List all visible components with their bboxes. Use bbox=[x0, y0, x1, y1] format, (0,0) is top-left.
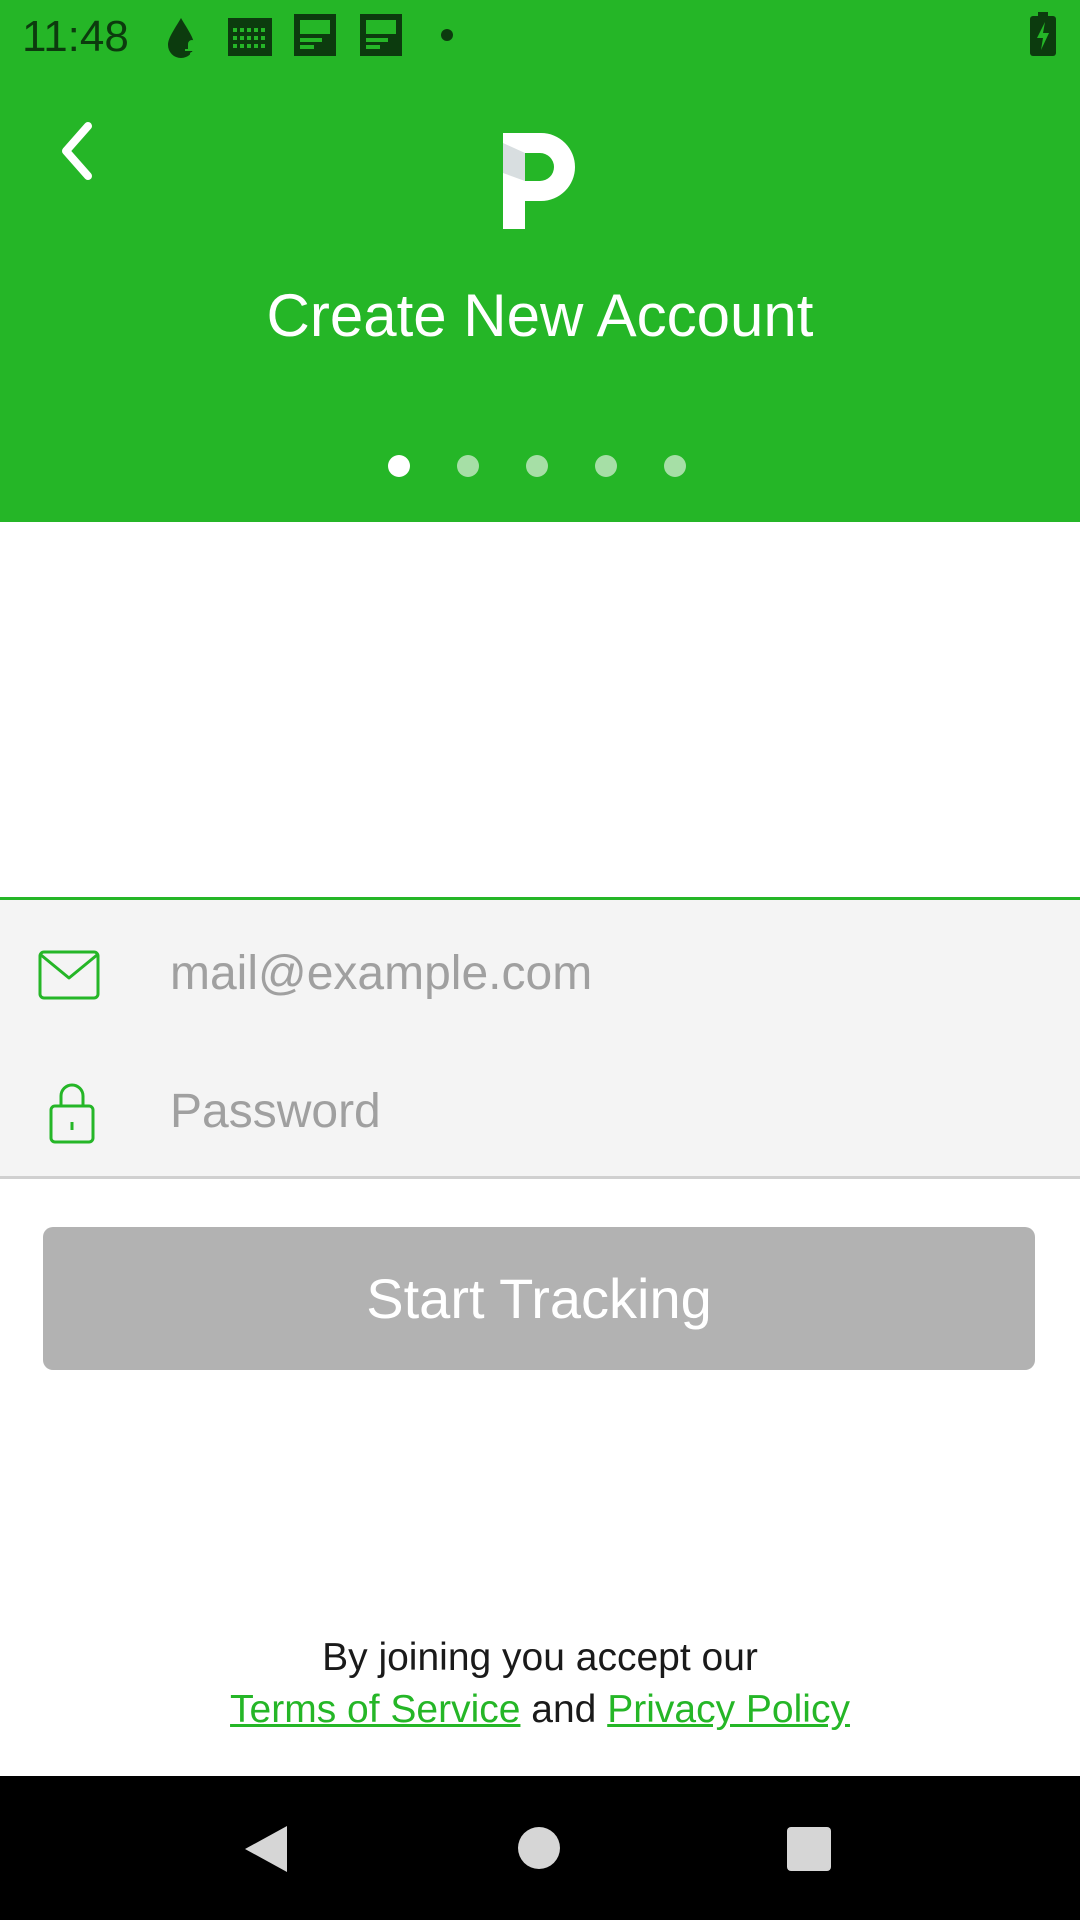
page-indicator-dot[interactable] bbox=[526, 455, 548, 477]
calendar-icon bbox=[228, 18, 272, 56]
page-indicator-dot[interactable] bbox=[457, 455, 479, 477]
page-indicator-dot[interactable] bbox=[595, 455, 617, 477]
battery-charging-icon bbox=[1030, 12, 1056, 56]
document-icon bbox=[360, 14, 402, 56]
legal-notice: By joining you accept our Terms of Servi… bbox=[0, 1632, 1080, 1736]
header: 11:48 Create New Account bbox=[0, 0, 1080, 522]
navigation-bar bbox=[0, 1776, 1080, 1920]
status-time: 11:48 bbox=[22, 12, 129, 61]
email-field bbox=[0, 897, 1080, 1049]
p-logo-icon bbox=[503, 133, 575, 229]
start-tracking-button[interactable]: Start Tracking bbox=[43, 1227, 1035, 1370]
envelope-icon bbox=[38, 950, 100, 1000]
notification-drop-icon bbox=[168, 18, 199, 58]
password-input[interactable] bbox=[170, 1046, 1030, 1176]
status-bar: 11:48 bbox=[0, 0, 1080, 74]
chevron-left-icon[interactable] bbox=[52, 118, 104, 184]
terms-of-service-link[interactable]: Terms of Service bbox=[230, 1688, 520, 1731]
lock-icon bbox=[49, 1083, 95, 1144]
recents-square-icon[interactable] bbox=[786, 1826, 832, 1872]
privacy-policy-link[interactable]: Privacy Policy bbox=[607, 1688, 850, 1731]
home-circle-icon[interactable] bbox=[517, 1826, 561, 1870]
legal-text: By joining you accept our bbox=[322, 1636, 758, 1679]
legal-and-text: and bbox=[531, 1688, 597, 1731]
page-indicator-dot-active[interactable] bbox=[388, 455, 410, 477]
legal-links-line: Terms of Service and Privacy Policy bbox=[0, 1684, 1080, 1736]
dot-icon bbox=[441, 29, 453, 41]
document-icon bbox=[294, 14, 336, 56]
back-triangle-icon[interactable] bbox=[243, 1824, 289, 1874]
email-input[interactable] bbox=[170, 900, 1030, 1047]
page-indicator-dot[interactable] bbox=[664, 455, 686, 477]
password-field bbox=[0, 1046, 1080, 1179]
page-indicator bbox=[388, 455, 686, 477]
page-title: Create New Account bbox=[266, 282, 814, 349]
